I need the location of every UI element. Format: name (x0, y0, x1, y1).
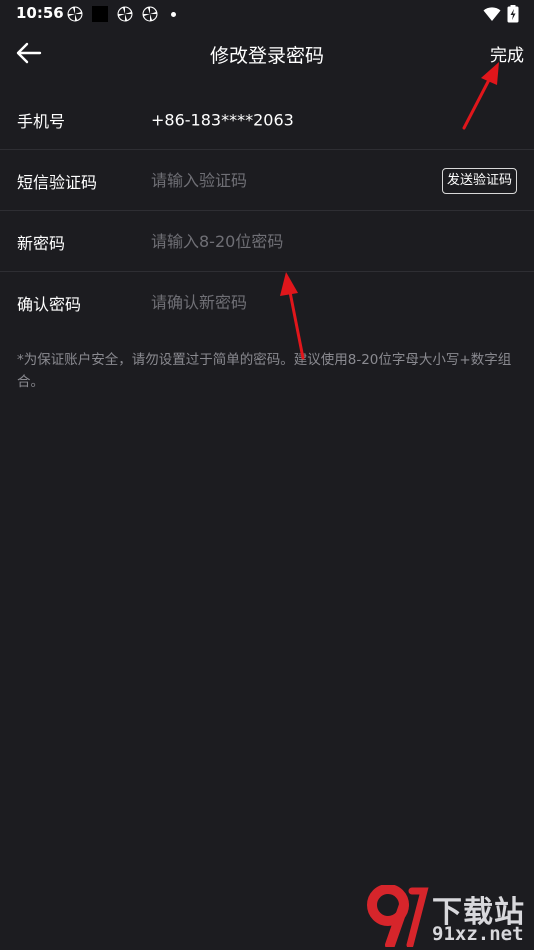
battery-charging-icon (507, 5, 519, 23)
dot-icon (171, 12, 176, 17)
confirm-password-input[interactable] (151, 287, 511, 318)
pinwheel-icon (142, 6, 158, 22)
new-password-row: 新密码 (0, 211, 534, 272)
phone-row: 手机号 +86-183****2063 (0, 89, 534, 150)
watermark: 下载站 91xz.net (360, 885, 530, 947)
status-time: 10:56 (16, 4, 64, 22)
pinwheel-icon (67, 6, 83, 22)
sms-code-label: 短信验证码 (17, 172, 98, 192)
phone-label: 手机号 (17, 111, 66, 131)
watermark-url: 91xz.net (432, 923, 524, 945)
status-bar: 10:56 (0, 0, 534, 28)
header: 修改登录密码 完成 (0, 28, 534, 78)
new-password-label: 新密码 (17, 233, 66, 253)
phone-value: +86-183****2063 (151, 110, 294, 129)
black-square-icon (92, 6, 108, 22)
confirm-password-row: 确认密码 (0, 272, 534, 333)
password-hint: *为保证账户安全，请勿设置过于简单的密码。建议使用8-20位字母大小写+数字组合… (17, 352, 512, 390)
new-password-input[interactable] (151, 226, 511, 257)
watermark-logo-icon (367, 885, 429, 947)
page-title: 修改登录密码 (209, 45, 324, 67)
pinwheel-icon (117, 6, 133, 22)
done-button[interactable]: 完成 (490, 41, 524, 66)
screen: 10:56 修改登录密码 完成 手机号 +86-183****2063 短信验证… (0, 0, 534, 950)
sms-code-row: 短信验证码 发送验证码 (0, 150, 534, 211)
sms-code-input[interactable] (151, 165, 421, 196)
confirm-password-label: 确认密码 (17, 294, 82, 314)
wifi-icon (483, 7, 501, 21)
send-code-button[interactable]: 发送验证码 (441, 167, 517, 194)
